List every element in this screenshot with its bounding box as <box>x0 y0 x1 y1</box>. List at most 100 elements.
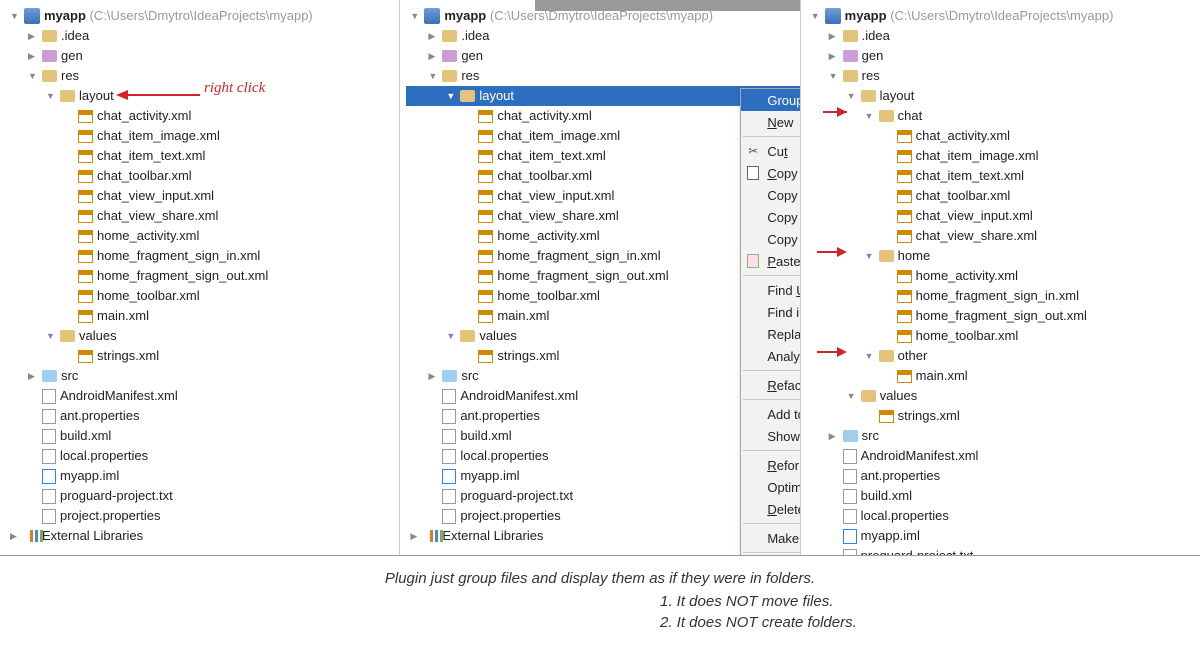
file-item[interactable]: AndroidManifest.xml <box>807 446 1200 466</box>
file-item[interactable]: myapp.iml <box>6 466 399 486</box>
expand-icon[interactable] <box>865 246 877 266</box>
file-item[interactable]: strings.xml <box>807 406 1200 426</box>
folder-item[interactable]: gen <box>406 46 799 66</box>
menu-item[interactable]: Delete...Delete <box>741 498 800 520</box>
file-item[interactable]: main.xml <box>807 366 1200 386</box>
expand-icon[interactable] <box>865 106 877 126</box>
menu-item[interactable]: Group <box>741 89 800 111</box>
expand-icon[interactable] <box>847 386 859 406</box>
menu-item[interactable]: Reformat Code...Ctrl+Alt+L <box>741 454 800 476</box>
layout-folder[interactable]: layout <box>6 86 399 106</box>
menu-item[interactable]: CopyCtrl+C <box>741 162 800 184</box>
expand-icon[interactable] <box>428 26 440 46</box>
file-item[interactable]: proguard-project.txt <box>807 546 1200 555</box>
file-item[interactable]: chat_item_image.xml <box>807 146 1200 166</box>
file-item[interactable]: chat_view_share.xml <box>6 206 399 226</box>
expand-icon[interactable] <box>428 366 440 386</box>
menu-item[interactable]: Copy ReferenceCtrl+Alt+Shift+C <box>741 228 800 250</box>
expand-icon[interactable] <box>46 326 58 346</box>
file-item[interactable]: chat_item_text.xml <box>6 146 399 166</box>
layout-folder[interactable]: layout <box>807 86 1200 106</box>
folder-item[interactable]: gen <box>807 46 1200 66</box>
folder-item[interactable]: .idea <box>406 26 799 46</box>
file-item[interactable]: chat_activity.xml <box>807 126 1200 146</box>
expand-icon[interactable] <box>829 66 841 86</box>
expand-icon[interactable] <box>446 326 458 346</box>
file-item[interactable]: chat_activity.xml <box>6 106 399 126</box>
expand-icon[interactable] <box>46 86 58 106</box>
project-root[interactable]: myapp (C:\Users\Dmytro\IdeaProjects\myap… <box>807 6 1200 26</box>
folder-item[interactable]: res <box>406 66 799 86</box>
file-item[interactable]: chat_view_input.xml <box>6 186 399 206</box>
folder-item[interactable]: .idea <box>807 26 1200 46</box>
expand-icon[interactable] <box>10 6 22 26</box>
menu-item[interactable]: Find in Path...Ctrl+Shift+F <box>741 301 800 323</box>
menu-item[interactable]: ✂CutCtrl+X <box>741 140 800 162</box>
expand-icon[interactable] <box>811 6 823 26</box>
file-item[interactable]: local.properties <box>807 506 1200 526</box>
group-home[interactable]: home <box>807 246 1200 266</box>
context-menu[interactable]: GroupNew▶ ✂CutCtrl+XCopyCtrl+CCopy PathCt… <box>740 88 800 555</box>
file-item[interactable]: home_toolbar.xml <box>6 286 399 306</box>
menu-item[interactable]: New▶ <box>741 111 800 133</box>
file-item[interactable]: local.properties <box>6 446 399 466</box>
file-item[interactable]: build.xml <box>807 486 1200 506</box>
file-item[interactable]: ant.properties <box>807 466 1200 486</box>
menu-item[interactable]: Add to Favorites▶ <box>741 403 800 425</box>
expand-icon[interactable] <box>847 86 859 106</box>
folder-item[interactable]: res <box>807 66 1200 86</box>
expand-icon[interactable] <box>28 66 40 86</box>
file-item[interactable]: AndroidManifest.xml <box>6 386 399 406</box>
file-item[interactable]: home_fragment_sign_out.xml <box>6 266 399 286</box>
file-item[interactable]: home_fragment_sign_out.xml <box>807 306 1200 326</box>
file-item[interactable]: chat_item_text.xml <box>807 166 1200 186</box>
menu-item[interactable]: Refactor▶ <box>741 374 800 396</box>
file-item[interactable]: home_toolbar.xml <box>807 326 1200 346</box>
expand-icon[interactable] <box>446 86 458 106</box>
file-item[interactable]: chat_view_share.xml <box>807 226 1200 246</box>
expand-icon[interactable] <box>28 366 40 386</box>
file-item[interactable]: home_fragment_sign_in.xml <box>807 286 1200 306</box>
menu-item[interactable]: Analyze▶ <box>741 345 800 367</box>
expand-icon[interactable] <box>829 46 841 66</box>
folder-item[interactable]: res <box>6 66 399 86</box>
file-item[interactable]: chat_view_input.xml <box>807 206 1200 226</box>
src-folder[interactable]: src <box>6 366 399 386</box>
file-item[interactable]: chat_item_image.xml <box>6 126 399 146</box>
expand-icon[interactable] <box>829 426 841 446</box>
menu-item[interactable]: Copy as Plain Text <box>741 206 800 228</box>
file-item[interactable]: ant.properties <box>6 406 399 426</box>
file-item[interactable]: chat_toolbar.xml <box>807 186 1200 206</box>
expand-icon[interactable] <box>410 526 422 546</box>
project-root[interactable]: myapp (C:\Users\Dmytro\IdeaProjects\myap… <box>6 6 399 26</box>
expand-icon[interactable] <box>428 46 440 66</box>
values-folder[interactable]: values <box>6 326 399 346</box>
expand-icon[interactable] <box>829 26 841 46</box>
file-item[interactable]: main.xml <box>6 306 399 326</box>
menu-item[interactable]: Make Module 'myapp' <box>741 527 800 549</box>
file-item[interactable]: home_fragment_sign_in.xml <box>6 246 399 266</box>
group-chat[interactable]: chat <box>807 106 1200 126</box>
expand-icon[interactable] <box>865 346 877 366</box>
menu-item[interactable]: PasteCtrl+V <box>741 250 800 272</box>
folder-item[interactable]: .idea <box>6 26 399 46</box>
src-folder[interactable]: src <box>807 426 1200 446</box>
expand-icon[interactable] <box>28 46 40 66</box>
file-item[interactable]: chat_toolbar.xml <box>6 166 399 186</box>
file-item[interactable]: build.xml <box>6 426 399 446</box>
file-item[interactable]: project.properties <box>6 506 399 526</box>
file-item[interactable]: strings.xml <box>6 346 399 366</box>
expand-icon[interactable] <box>428 66 440 86</box>
menu-item[interactable]: Show Image ThumbnailsCtrl+Shift+T <box>741 425 800 447</box>
menu-item[interactable]: Find UsagesAlt+F7 <box>741 279 800 301</box>
project-root[interactable]: myapp (C:\Users\Dmytro\IdeaProjects\myap… <box>406 6 799 26</box>
menu-item[interactable]: Copy PathCtrl+Shift+C <box>741 184 800 206</box>
menu-item[interactable]: Replace in Path...Ctrl+Shift+R <box>741 323 800 345</box>
file-item[interactable]: home_activity.xml <box>6 226 399 246</box>
expand-icon[interactable] <box>10 526 22 546</box>
file-item[interactable]: home_activity.xml <box>807 266 1200 286</box>
file-item[interactable]: proguard-project.txt <box>6 486 399 506</box>
values-folder[interactable]: values <box>807 386 1200 406</box>
expand-icon[interactable] <box>28 26 40 46</box>
external-libraries[interactable]: External Libraries <box>6 526 399 546</box>
